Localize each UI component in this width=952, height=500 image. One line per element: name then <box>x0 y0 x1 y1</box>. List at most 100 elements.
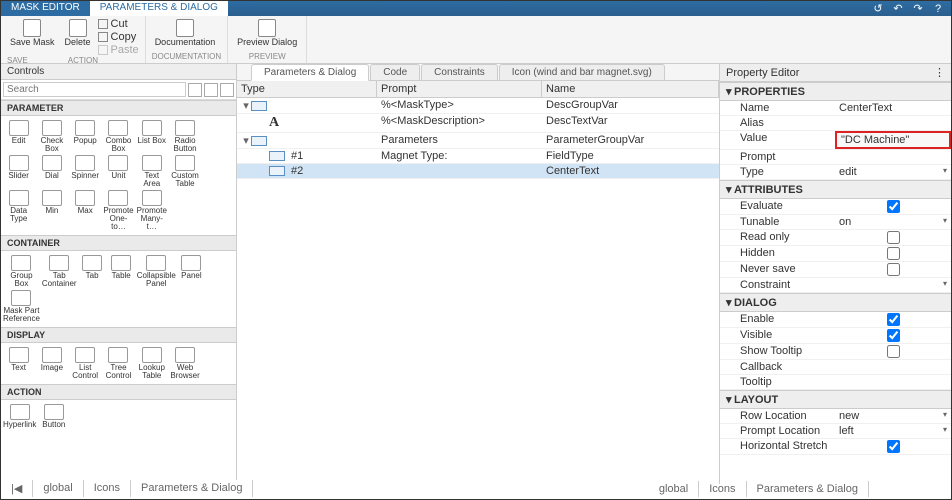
row-name: DescTextVar <box>542 114 719 132</box>
status-tab-params[interactable]: Parameters & Dialog <box>747 481 870 497</box>
table-row[interactable]: A%<MaskDescription>DescTextVar <box>237 114 719 133</box>
dlg-callback-value[interactable] <box>835 360 951 374</box>
list-view-icon[interactable] <box>204 83 218 97</box>
row-name: DescGroupVar <box>542 98 719 113</box>
control-item[interactable]: Data Type <box>3 190 34 231</box>
expander-icon[interactable]: ▾ <box>241 134 251 147</box>
control-item[interactable]: Tab Container <box>42 255 77 288</box>
dlg-enable-check[interactable] <box>887 313 900 326</box>
status-tab-icons[interactable]: Icons <box>84 480 131 497</box>
control-icon <box>49 255 69 271</box>
control-item[interactable]: Min <box>36 190 67 231</box>
status-tab-global[interactable]: global <box>649 481 699 497</box>
control-item[interactable]: Web Browser <box>169 347 200 380</box>
documentation-button[interactable]: Documentation <box>152 18 219 48</box>
control-item[interactable]: Check Box <box>36 120 67 153</box>
attr-readonly-check[interactable] <box>887 231 900 244</box>
dlg-showtooltip-check[interactable] <box>887 345 900 358</box>
table-row[interactable]: ▾%<MaskType>DescGroupVar <box>237 98 719 114</box>
sync-icon[interactable]: ↺ <box>871 2 885 16</box>
prop-prompt-value[interactable] <box>835 150 951 164</box>
section-properties[interactable]: ▾PROPERTIES <box>720 82 951 101</box>
control-item[interactable]: Slider <box>3 155 34 188</box>
control-item[interactable]: Group Box <box>3 255 40 288</box>
redo-icon[interactable]: ↷ <box>911 2 925 16</box>
control-item[interactable]: Promote One-to… <box>103 190 134 231</box>
control-label: Hyperlink <box>3 421 36 437</box>
control-item[interactable]: Popup <box>70 120 101 153</box>
attr-tunable-value[interactable]: on <box>835 215 951 229</box>
control-icon <box>42 120 62 136</box>
prop-type-value[interactable]: edit <box>835 165 951 179</box>
control-item[interactable]: Edit <box>3 120 34 153</box>
section-dialog[interactable]: ▾DIALOG <box>720 293 951 312</box>
control-item[interactable]: Image <box>36 347 67 380</box>
detail-view-icon[interactable] <box>220 83 234 97</box>
delete-button[interactable]: Delete <box>62 18 94 48</box>
attr-hidden-check[interactable] <box>887 247 900 260</box>
control-item <box>137 404 168 437</box>
control-icon <box>108 347 128 363</box>
section-display: DISPLAY <box>1 327 236 343</box>
attr-neversave-check[interactable] <box>887 263 900 276</box>
attr-constraint-value[interactable] <box>835 278 951 292</box>
control-item[interactable]: Hyperlink <box>3 404 36 437</box>
control-item[interactable]: Unit <box>103 155 134 188</box>
status-tab-params[interactable]: Parameters & Dialog <box>131 480 254 497</box>
table-row[interactable]: #1Magnet Type:FieldType <box>237 149 719 164</box>
status-tab-global[interactable]: global <box>33 480 83 497</box>
tab-icon[interactable]: Icon (wind and bar magnet.svg) <box>499 64 665 80</box>
help-icon[interactable]: ? <box>931 2 945 16</box>
search-input[interactable] <box>3 82 186 97</box>
prop-name-value[interactable]: CenterText <box>835 101 951 115</box>
control-item[interactable]: Custom Table <box>169 155 200 188</box>
save-mask-button[interactable]: Save Mask <box>7 18 58 48</box>
cut-button[interactable]: Cut <box>98 18 139 30</box>
control-item[interactable]: Max <box>70 190 101 231</box>
top-tab-mask-editor[interactable]: MASK EDITOR <box>1 1 90 16</box>
preview-dialog-button[interactable]: Preview Dialog <box>234 18 300 48</box>
dlg-visible-check[interactable] <box>887 329 900 342</box>
section-layout[interactable]: ▾LAYOUT <box>720 390 951 409</box>
control-item[interactable]: Spinner <box>70 155 101 188</box>
control-item[interactable]: Combo Box <box>103 120 134 153</box>
expander-icon[interactable]: ▾ <box>241 99 251 112</box>
ribbon-group-label: DOCUMENTATION <box>152 52 221 61</box>
paste-button[interactable]: Paste <box>98 44 139 56</box>
lay-hstretch-check[interactable] <box>887 440 900 453</box>
tab-constraints[interactable]: Constraints <box>421 64 498 80</box>
grid-view-icon[interactable] <box>188 83 202 97</box>
control-item[interactable]: Lookup Table <box>136 347 167 380</box>
tab-code[interactable]: Code <box>370 64 420 80</box>
prop-alias-value[interactable] <box>835 116 951 130</box>
control-icon <box>111 255 131 271</box>
lay-rowloc-value[interactable]: new <box>835 409 951 423</box>
prop-value-value[interactable]: "DC Machine" <box>835 131 951 149</box>
status-tab-icons[interactable]: Icons <box>699 481 746 497</box>
tab-parameters-dialog[interactable]: Parameters & Dialog <box>251 64 369 81</box>
control-item[interactable]: Text Area <box>136 155 167 188</box>
table-row[interactable]: ▾ParametersParameterGroupVar <box>237 133 719 149</box>
control-item[interactable]: Radio Button <box>169 120 200 153</box>
control-item[interactable]: Table <box>108 255 135 288</box>
table-row[interactable]: #2CenterText <box>237 164 719 179</box>
section-attributes[interactable]: ▾ATTRIBUTES <box>720 180 951 199</box>
control-item[interactable]: Collapsible Panel <box>137 255 176 288</box>
attr-evaluate-check[interactable] <box>887 200 900 213</box>
control-item[interactable]: Dial <box>36 155 67 188</box>
status-tab[interactable]: |◀ <box>1 480 33 497</box>
dlg-tooltip-value[interactable] <box>835 375 951 389</box>
control-item[interactable]: Panel <box>178 255 205 288</box>
undo-icon[interactable]: ↶ <box>891 2 905 16</box>
control-item[interactable]: Promote Many-t… <box>136 190 167 231</box>
copy-button[interactable]: Copy <box>98 31 139 43</box>
control-item[interactable]: Text <box>3 347 34 380</box>
control-item[interactable]: List Box <box>136 120 167 153</box>
control-item[interactable]: Tree Control <box>103 347 134 380</box>
top-tab-params-dialog[interactable]: PARAMETERS & DIALOG <box>90 1 228 16</box>
control-item[interactable]: Button <box>38 404 69 437</box>
lay-promptloc-value[interactable]: left <box>835 424 951 438</box>
control-item[interactable]: Tab <box>79 255 106 288</box>
control-item[interactable]: Mask Part Reference <box>3 290 40 323</box>
control-item[interactable]: List Control <box>70 347 101 380</box>
